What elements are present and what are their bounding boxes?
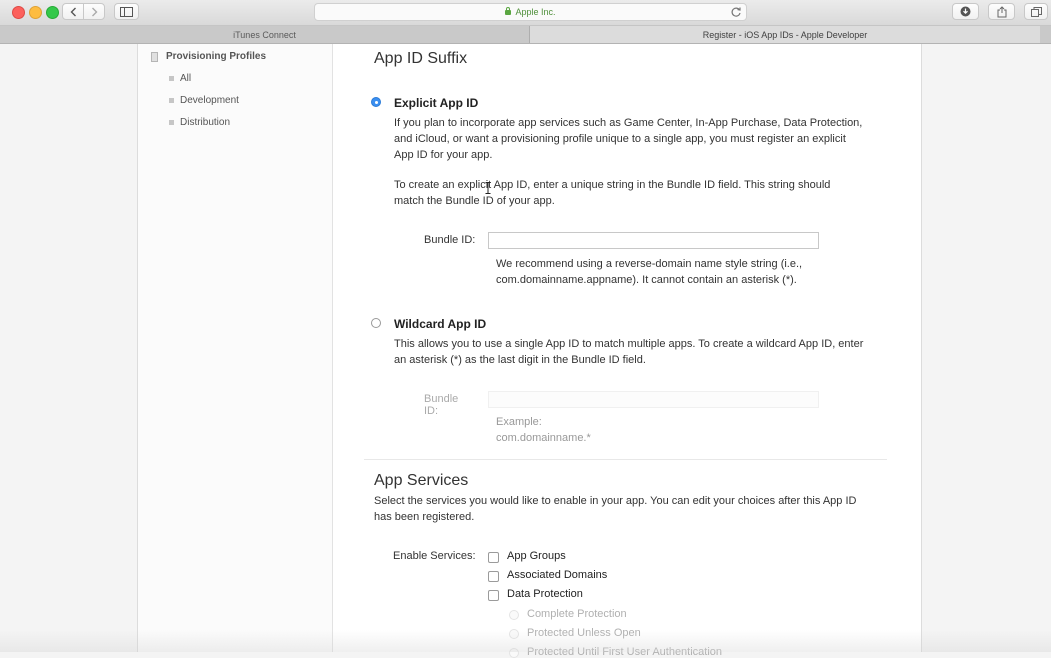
forward-button[interactable]: [83, 4, 104, 19]
wildcard-app-id-description: This allows you to use a single App ID t…: [394, 338, 864, 366]
nav-item-label: All: [180, 73, 192, 84]
explicit-app-id-radio[interactable]: [371, 97, 381, 107]
wildcard-example: Example: com.domainname.*: [496, 416, 591, 444]
page-margin-left: [0, 44, 137, 652]
chevron-right-icon: [91, 7, 97, 16]
history-nav: [62, 3, 105, 20]
complete-protection-radio[interactable]: [509, 610, 519, 620]
bullet-icon: [169, 98, 174, 103]
nav-item-label: Distribution: [180, 117, 231, 128]
tabs-icon: [1030, 6, 1042, 17]
wildcard-app-id-title: Wildcard App ID: [394, 317, 487, 331]
bundle-id-label: Bundle ID:: [424, 234, 476, 246]
browser-toolbar: Apple Inc.: [0, 0, 1051, 26]
nav-item-all[interactable]: All: [169, 73, 191, 84]
bullet-icon: [169, 120, 174, 125]
nav-item-distribution[interactable]: Distribution: [169, 117, 230, 128]
new-tab-button[interactable]: [1040, 26, 1051, 43]
protected-until-first-auth-radio[interactable]: [509, 648, 519, 658]
complete-protection-label: Complete Protection: [527, 608, 627, 620]
sidebar-icon: [120, 6, 133, 17]
document-icon: [151, 51, 158, 62]
left-navigation: Provisioning Profiles All Development Di…: [137, 44, 333, 652]
explicit-app-id-description: If you plan to incorporate app services …: [394, 117, 863, 161]
wildcard-app-id-radio[interactable]: [371, 318, 381, 328]
wildcard-bundle-id-input[interactable]: [488, 391, 819, 408]
enable-services-label: Enable Services:: [393, 550, 476, 562]
download-icon: [960, 6, 971, 17]
nav-item-development[interactable]: Development: [169, 95, 239, 106]
data-protection-checkbox[interactable]: [488, 590, 499, 601]
tab-itunes-connect[interactable]: iTunes Connect: [0, 26, 530, 43]
close-window-button[interactable]: [12, 6, 25, 19]
protected-unless-open-label: Protected Unless Open: [527, 627, 641, 639]
share-icon: [997, 5, 1006, 17]
explicit-bundle-id-input[interactable]: [488, 232, 819, 249]
associated-domains-label: Associated Domains: [507, 569, 608, 581]
data-protection-label: Data Protection: [507, 588, 583, 600]
reload-icon[interactable]: [730, 6, 742, 18]
lock-icon: [505, 7, 512, 15]
address-bar[interactable]: Apple Inc.: [314, 3, 747, 21]
app-services-description: Select the services you would like to en…: [374, 495, 857, 523]
share-button[interactable]: [988, 3, 1015, 20]
back-button[interactable]: [63, 4, 83, 19]
main-content: App ID Suffix Explicit App ID If you pla…: [333, 44, 922, 658]
nav-item-label: Development: [180, 95, 239, 106]
bullet-icon: [169, 76, 174, 81]
zoom-window-button[interactable]: [46, 6, 59, 19]
tab-label: iTunes Connect: [233, 29, 296, 40]
protected-until-first-auth-label: Protected Until First User Authenticatio…: [527, 646, 723, 658]
tab-label: Register - iOS App IDs - Apple Developer: [702, 29, 868, 40]
chevron-left-icon: [70, 7, 76, 16]
section-heading-app-services: App Services: [374, 472, 469, 489]
tabs-overview-button[interactable]: [1024, 3, 1048, 20]
nav-section-provisioning-profiles[interactable]: Provisioning Profiles: [151, 51, 266, 62]
wildcard-bundle-id-label: Bundle ID:: [424, 393, 459, 417]
tab-bar: iTunes Connect Register - iOS App IDs - …: [0, 26, 1051, 44]
show-sidebar-button[interactable]: [114, 3, 139, 20]
page-margin-right: [922, 44, 1051, 652]
downloads-button[interactable]: [952, 3, 979, 20]
nav-section-label: Provisioning Profiles: [166, 51, 267, 62]
protected-unless-open-radio[interactable]: [509, 629, 519, 639]
tab-register-app-ids[interactable]: Register - iOS App IDs - Apple Developer: [530, 26, 1040, 43]
explicit-app-id-instructions: To create an explicit App ID, enter a un…: [394, 179, 831, 207]
address-text: Apple Inc.: [515, 7, 556, 17]
explicit-app-id-title: Explicit App ID: [394, 96, 479, 110]
bundle-id-hint: We recommend using a reverse-domain name…: [496, 258, 803, 286]
text-cursor-icon: [485, 182, 491, 194]
section-divider: [364, 459, 887, 460]
associated-domains-checkbox[interactable]: [488, 571, 499, 582]
section-heading-app-id-suffix: App ID Suffix: [374, 50, 468, 67]
minimize-window-button[interactable]: [29, 6, 42, 19]
app-groups-checkbox[interactable]: [488, 552, 499, 563]
app-groups-label: App Groups: [507, 550, 566, 562]
